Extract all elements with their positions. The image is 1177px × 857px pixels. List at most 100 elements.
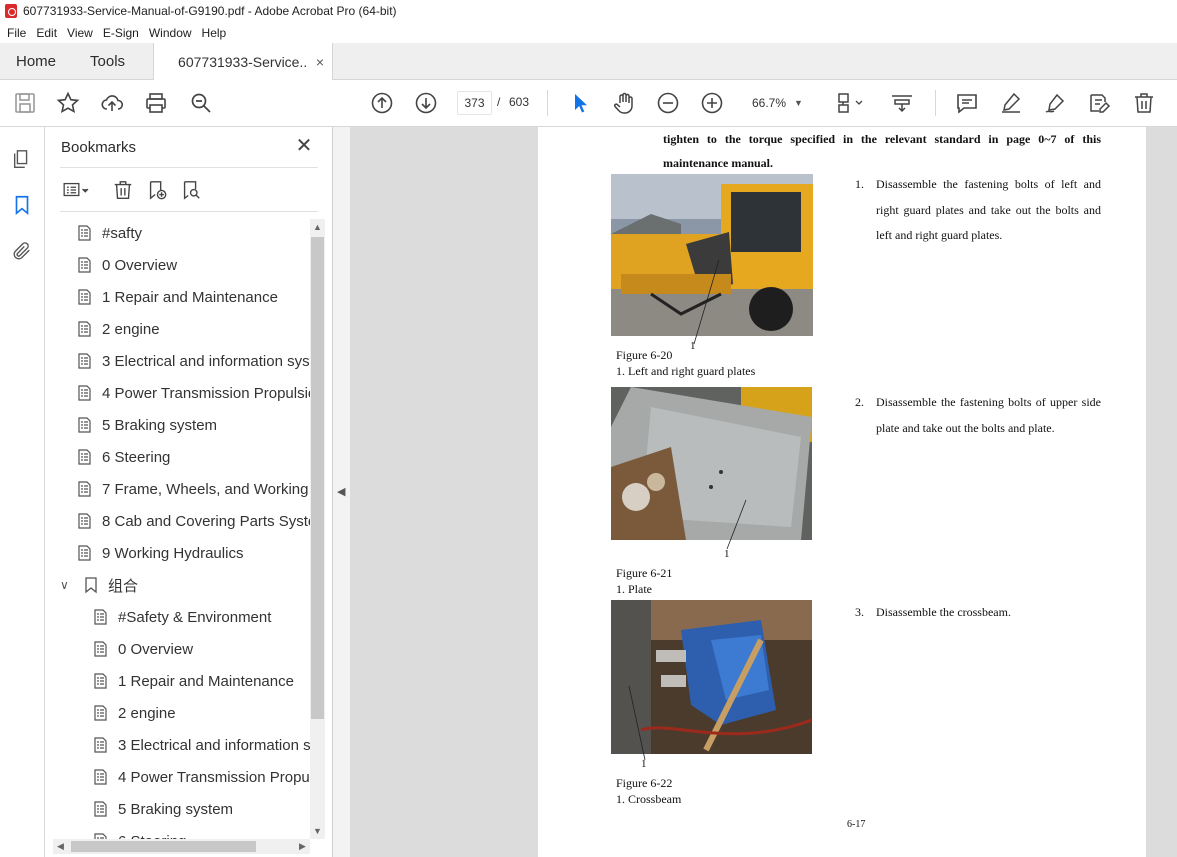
hand-icon[interactable] bbox=[611, 90, 637, 116]
menu-file[interactable]: File bbox=[2, 26, 31, 40]
bookmark-label: 5 Braking system bbox=[118, 800, 234, 818]
comment-icon[interactable] bbox=[954, 90, 980, 116]
bookmark-group[interactable]: ∨ 组合 bbox=[60, 571, 138, 599]
bookmark-item[interactable]: 1 Repair and Maintenance bbox=[76, 283, 278, 311]
bookmark-page-icon bbox=[76, 512, 94, 530]
bookmark-item[interactable]: 3 Electrical and information system bbox=[92, 731, 310, 759]
tab-home[interactable]: Home bbox=[0, 43, 72, 79]
zoom-out-icon[interactable] bbox=[655, 90, 681, 116]
menu-help[interactable]: Help bbox=[197, 26, 232, 40]
page-separator: / bbox=[497, 95, 501, 109]
page-number-input[interactable]: 373 bbox=[457, 91, 492, 115]
window-title: 607731933-Service-Manual-of-G9190.pdf - … bbox=[23, 4, 397, 18]
menu-window[interactable]: Window bbox=[144, 26, 197, 40]
edit-pdf-icon[interactable] bbox=[1086, 90, 1112, 116]
figure-callout: 1 bbox=[690, 340, 696, 352]
bookmark-item[interactable]: 4 Power Transmission Propulsion bbox=[76, 379, 310, 407]
scroll-right-icon[interactable]: ▶ bbox=[295, 839, 310, 854]
bookmarks-vertical-scrollbar[interactable]: ▲ ▼ bbox=[310, 219, 325, 839]
bookmark-item[interactable]: #Safety & Environment bbox=[92, 603, 271, 631]
delete-bookmark-icon[interactable] bbox=[110, 177, 136, 203]
bookmark-item[interactable]: 8 Cab and Covering Parts System bbox=[76, 507, 310, 535]
collapse-panel-icon[interactable]: ◀ bbox=[337, 485, 345, 498]
zoom-level-value: 66.7% bbox=[752, 96, 787, 110]
bookmark-label: #Safety & Environment bbox=[118, 608, 272, 626]
bookmark-item[interactable]: 2 engine bbox=[76, 315, 160, 343]
close-icon[interactable]: ✕ bbox=[295, 136, 313, 156]
pages-thumbnail-icon[interactable] bbox=[10, 147, 34, 171]
bookmark-item[interactable]: 4 Power Transmission Propulsion bbox=[92, 763, 310, 791]
bookmark-item[interactable]: 7 Frame, Wheels, and Working Device bbox=[76, 475, 310, 503]
scroll-left-icon[interactable]: ◀ bbox=[53, 839, 68, 854]
document-scroll-gutter[interactable] bbox=[1146, 127, 1177, 857]
bookmark-label: 0 Overview bbox=[118, 640, 194, 658]
bookmark-item[interactable]: 0 Overview bbox=[92, 635, 193, 663]
tab-document[interactable]: 607731933-Service... × bbox=[153, 43, 334, 81]
bookmark-page-icon bbox=[76, 256, 94, 274]
bookmark-page-icon bbox=[92, 640, 110, 658]
bookmark-item[interactable]: 6 Steering bbox=[92, 827, 186, 839]
bookmark-item[interactable]: 3 Electrical and information system bbox=[76, 347, 310, 375]
tab-home-label: Home bbox=[16, 52, 57, 70]
bookmark-label: 1 Repair and Maintenance bbox=[118, 672, 294, 690]
sign-icon[interactable] bbox=[1042, 90, 1068, 116]
bookmark-label: 1 Repair and Maintenance bbox=[102, 288, 278, 306]
tab-tools[interactable]: Tools bbox=[72, 43, 153, 79]
menu-esign[interactable]: E-Sign bbox=[98, 26, 144, 40]
bookmark-label: 0 Overview bbox=[102, 256, 178, 274]
bookmarks-icon[interactable] bbox=[10, 193, 34, 217]
bookmark-item[interactable]: 5 Braking system bbox=[92, 795, 233, 823]
bookmark-item[interactable]: 9 Working Hydraulics bbox=[76, 539, 243, 567]
delete-icon[interactable] bbox=[1131, 90, 1157, 116]
scroll-down-icon[interactable]: ▼ bbox=[310, 823, 325, 839]
next-page-icon[interactable] bbox=[413, 90, 439, 116]
scroll-up-icon[interactable]: ▲ bbox=[310, 219, 325, 235]
zoom-level-select[interactable]: 66.7% ▼ bbox=[741, 91, 811, 115]
print-icon[interactable] bbox=[143, 90, 169, 116]
figure-caption: 1. Crossbeam bbox=[616, 792, 682, 806]
bookmark-page-icon bbox=[76, 384, 94, 402]
prev-page-icon[interactable] bbox=[369, 90, 395, 116]
scrollbar-thumb[interactable] bbox=[71, 841, 256, 852]
attachments-icon[interactable] bbox=[10, 239, 34, 263]
expand-caret-icon[interactable]: ∨ bbox=[60, 578, 74, 592]
figure-number: Figure 6-22 bbox=[616, 776, 673, 790]
bookmark-item[interactable]: 2 engine bbox=[92, 699, 176, 727]
bookmark-item[interactable]: 0 Overview bbox=[76, 251, 177, 279]
bookmark-item[interactable]: 1 Repair and Maintenance bbox=[92, 667, 294, 695]
step-text: Disassemble the fastening bolts of upper… bbox=[876, 395, 1101, 435]
new-bookmark-icon[interactable] bbox=[144, 177, 170, 203]
zoom-in-icon[interactable] bbox=[699, 90, 725, 116]
upload-icon[interactable] bbox=[99, 90, 125, 116]
bookmark-label: #safty bbox=[102, 224, 143, 242]
find-icon[interactable] bbox=[188, 90, 214, 116]
tab-bar: Home Tools 607731933-Service... × bbox=[0, 43, 1177, 81]
save-icon[interactable] bbox=[12, 90, 38, 116]
bookmark-page-icon bbox=[92, 608, 110, 626]
bookmarks-list: #safty 0 Overview 1 Repair and Maintenance… bbox=[60, 219, 310, 839]
options-menu-icon[interactable] bbox=[60, 177, 94, 203]
bookmark-item[interactable]: 6 Steering bbox=[76, 443, 170, 471]
step-number: 1. bbox=[855, 177, 864, 191]
highlight-icon[interactable] bbox=[998, 90, 1024, 116]
bookmarks-horizontal-scrollbar[interactable]: ◀ ▶ bbox=[53, 839, 310, 854]
page-fit-icon[interactable] bbox=[833, 90, 869, 116]
toolbar-divider bbox=[547, 90, 548, 116]
bookmark-label: 7 Frame, Wheels, and Working Device bbox=[102, 480, 310, 498]
close-tab-icon[interactable]: × bbox=[316, 54, 324, 70]
bookmark-star-icon[interactable] bbox=[55, 90, 81, 116]
step-text: Disassemble the crossbeam. bbox=[876, 605, 1011, 619]
figure-caption: 1. Left and right guard plates bbox=[616, 364, 756, 378]
bookmark-item[interactable]: #safty bbox=[76, 219, 142, 247]
menu-view[interactable]: View bbox=[62, 26, 98, 40]
bookmark-label: 5 Braking system bbox=[102, 416, 218, 434]
scroll-mode-icon[interactable] bbox=[889, 90, 915, 116]
panel-collapse-strip[interactable]: ◀ bbox=[333, 127, 351, 857]
bookmark-page-icon bbox=[92, 736, 110, 754]
select-cursor-icon[interactable] bbox=[567, 90, 593, 116]
menu-edit[interactable]: Edit bbox=[31, 26, 62, 40]
bookmark-item[interactable]: 5 Braking system bbox=[76, 411, 217, 439]
document-viewport[interactable]: tighten to the torque specified in the r… bbox=[351, 127, 1177, 857]
bookmark-from-selection-icon[interactable] bbox=[178, 177, 204, 203]
scrollbar-thumb[interactable] bbox=[311, 237, 324, 719]
